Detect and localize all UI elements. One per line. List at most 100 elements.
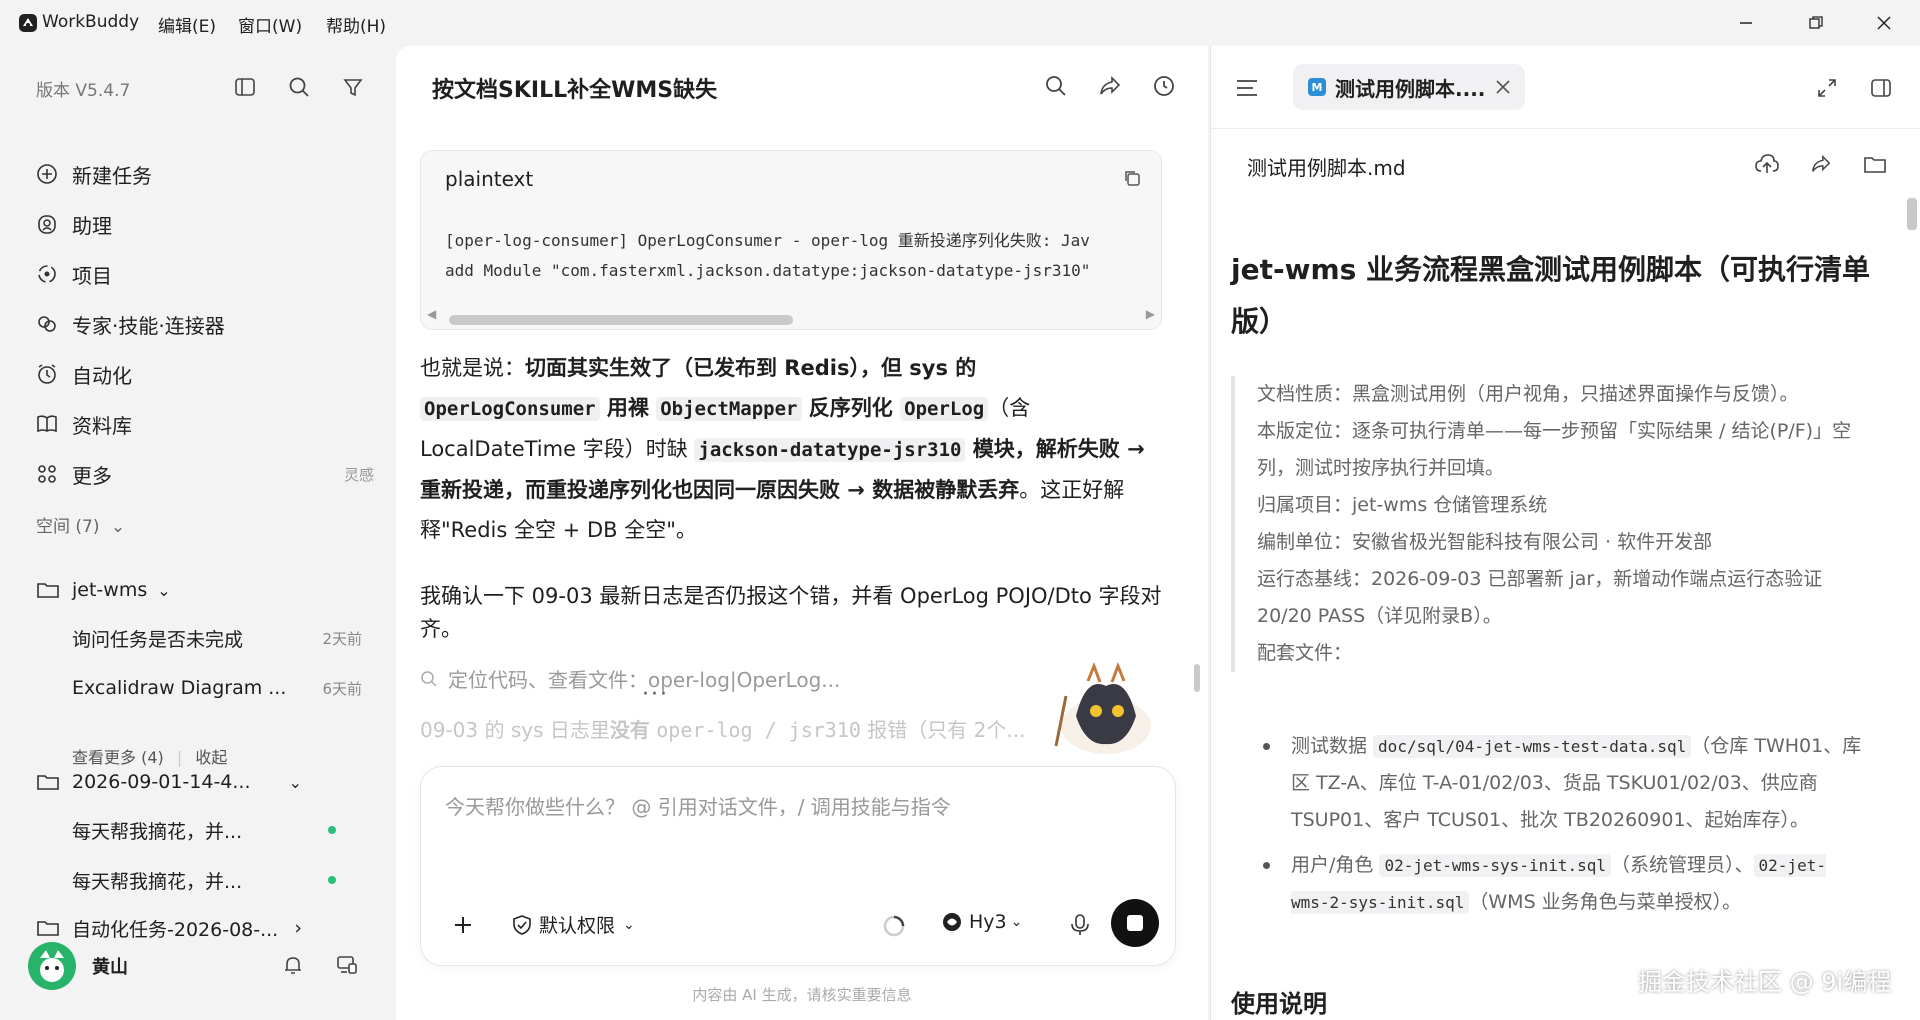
expert-icon xyxy=(34,311,60,337)
space-section-header[interactable]: 空间 (7) ⌄ xyxy=(36,512,125,537)
version-label: 版本 V5.4.7 xyxy=(36,81,131,101)
status-dot xyxy=(328,826,336,834)
watermark: 掘金技术社区 @ 9i编程 xyxy=(1638,968,1892,996)
text-span: 也就是说： xyxy=(420,356,525,380)
close-tab-icon[interactable] xyxy=(1495,79,1511,95)
close-window-button[interactable] xyxy=(1862,8,1906,38)
text-span: 报错（只有 2个... xyxy=(860,718,1026,742)
text-span: （系统管理员）、 xyxy=(1611,854,1754,876)
plus-circle-icon xyxy=(34,161,60,187)
chat-input-placeholder[interactable]: 今天帮你做些什么？ @ 引用对话文件，/ 调用技能与指令 xyxy=(445,791,951,820)
filter-icon[interactable] xyxy=(340,74,366,100)
code-lang: plaintext xyxy=(445,167,534,191)
panel-toggle-icon[interactable] xyxy=(1867,74,1895,102)
nav-more[interactable]: 更多 灵感 xyxy=(34,454,374,494)
chevron-down-icon: ⌄ xyxy=(110,517,126,537)
chevron-down-icon: ⌄ xyxy=(1010,914,1023,930)
restore-button[interactable] xyxy=(1794,8,1838,38)
list-item: 用户/角色 02-jet-wms-sys-init.sql （系统管理员）、 02-… xyxy=(1263,847,1863,921)
share-icon[interactable] xyxy=(1807,150,1835,178)
tool-action-row[interactable]: 定位代码、查看文件：oper-log|OperLog... xyxy=(420,664,840,693)
stop-button[interactable] xyxy=(1111,899,1159,947)
doc-scrollbar[interactable] xyxy=(1907,198,1917,230)
code-line: add Module "com.fasterxml.jackson.dataty… xyxy=(445,261,1091,280)
copy-icon[interactable] xyxy=(1123,169,1141,187)
search-icon[interactable] xyxy=(1042,72,1070,100)
bold-span: 切面其实生效了（已发布到 Redis），但 sys 的 xyxy=(525,356,977,380)
inspiration-link[interactable]: 灵感 xyxy=(344,464,374,485)
nav-expert[interactable]: 专家·技能·连接器 xyxy=(34,304,374,344)
more-dots-icon[interactable]: ··· xyxy=(642,682,669,707)
bold-span: 没有 xyxy=(609,718,650,742)
upload-cloud-icon[interactable] xyxy=(1753,150,1781,178)
nav-label: 自动化 xyxy=(72,363,132,388)
search-icon[interactable] xyxy=(286,74,312,100)
inline-code: ObjectMapper xyxy=(656,397,802,421)
folder-2026-09-01[interactable]: 2026-09-01-14-4... ⌄ xyxy=(36,762,376,802)
nav-label: 新建任务 xyxy=(72,163,152,188)
nav-label: 专家·技能·连接器 xyxy=(72,313,225,338)
chevron-down-icon: ⌄ xyxy=(288,772,302,792)
task-item[interactable]: 询问任务是否未完成 2天前 xyxy=(72,618,362,658)
horizontal-scrollbar[interactable] xyxy=(449,315,793,325)
model-selector[interactable]: Hy3 ⌄ xyxy=(941,911,1022,933)
folder-icon xyxy=(37,775,59,790)
divider xyxy=(1211,128,1920,129)
menu-icon[interactable] xyxy=(1233,74,1261,102)
bell-icon[interactable] xyxy=(280,952,306,978)
share-icon[interactable] xyxy=(1096,72,1124,100)
user-profile[interactable]: 黄山 xyxy=(28,942,128,990)
nav-new-task[interactable]: 新建任务 xyxy=(34,154,374,194)
nav-label: 更多 xyxy=(72,463,112,488)
avatar xyxy=(28,942,76,990)
task-item[interactable]: 每天帮我摘花，并... xyxy=(72,860,362,900)
user-name: 黄山 xyxy=(92,957,128,978)
bold-span: 反序列化 xyxy=(801,396,901,420)
menu-help[interactable]: 帮助(H) xyxy=(326,12,386,37)
toggle-sidebar-icon[interactable] xyxy=(232,74,258,100)
inline-code: doc/sql/04-jet-wms-test-data.sql xyxy=(1373,735,1692,758)
task-item[interactable]: 每天帮我摘花，并... xyxy=(72,810,362,850)
device-icon[interactable] xyxy=(334,952,360,978)
history-icon[interactable] xyxy=(1150,72,1178,100)
add-icon[interactable] xyxy=(451,913,475,937)
text-span: 09-03 的 sys 日志里 xyxy=(420,718,610,742)
document-panel: M 测试用例脚本.... 测试用例脚本.md jet-wms 业务流程黑盒测试用… xyxy=(1210,46,1920,1020)
search-icon xyxy=(421,670,437,687)
chat-input-box[interactable]: 今天帮你做些什么？ @ 引用对话文件，/ 调用技能与指令 默认权限 ⌄ Hy3 … xyxy=(420,766,1176,966)
folder-open-icon[interactable] xyxy=(1861,150,1889,178)
folder-name: jet-wms xyxy=(72,579,148,601)
doc-title: jet-wms 业务流程黑盒测试用例脚本（可执行清单版） xyxy=(1231,253,1871,338)
shield-check-icon xyxy=(513,914,531,935)
nav-automation[interactable]: 自动化 xyxy=(34,354,374,394)
meta-line: 运行态基线：2026-09-03 已部署新 jar，新增动作端点运行态验证 20… xyxy=(1257,568,1823,627)
usage-heading: 使用说明 xyxy=(1231,990,1327,1018)
doc-bullet-list: 测试数据 doc/sql/04-jet-wms-test-data.sql （仓库… xyxy=(1263,728,1863,929)
nav-assistant[interactable]: 助理 xyxy=(34,204,374,244)
folder-jet-wms[interactable]: jet-wms ⌄ xyxy=(36,570,376,610)
folder-icon xyxy=(37,583,59,598)
minimize-button[interactable] xyxy=(1724,8,1768,38)
tab-label: 测试用例脚本.... xyxy=(1335,76,1486,101)
nav-label: 资料库 xyxy=(72,413,132,438)
inline-code: jackson-datatype-jsr310 xyxy=(694,438,966,462)
tab-test-script[interactable]: M 测试用例脚本.... xyxy=(1293,64,1525,110)
expand-icon[interactable] xyxy=(1813,74,1841,102)
text-span: （WMS 业务角色与菜单授权）。 xyxy=(1469,891,1742,913)
meta-line: 配套文件： xyxy=(1257,642,1353,664)
text-span: 测试数据 xyxy=(1291,735,1374,757)
chevron-right-icon: › xyxy=(294,917,302,939)
chevron-down-icon: ⌄ xyxy=(623,916,635,933)
microphone-icon[interactable] xyxy=(1069,913,1091,937)
nav-label: 项目 xyxy=(72,263,112,288)
permission-dropdown[interactable]: 默认权限 ⌄ xyxy=(511,911,635,938)
menu-edit[interactable]: 编辑(E) xyxy=(158,12,216,37)
scroll-right-icon[interactable]: ▶ xyxy=(1146,307,1155,321)
task-item[interactable]: Excalidraw Diagram ... 6天前 xyxy=(72,668,362,708)
menu-window[interactable]: 窗口(W) xyxy=(238,12,302,37)
vertical-scrollbar[interactable] xyxy=(1194,664,1200,692)
sidebar: 版本 V5.4.7 新建任务 助理 项目 专家·技能·连接器 自动化 资料库 更… xyxy=(0,46,396,1020)
nav-library[interactable]: 资料库 xyxy=(34,404,374,444)
nav-project[interactable]: 项目 xyxy=(34,254,374,294)
scroll-left-icon[interactable]: ◀ xyxy=(427,307,436,321)
